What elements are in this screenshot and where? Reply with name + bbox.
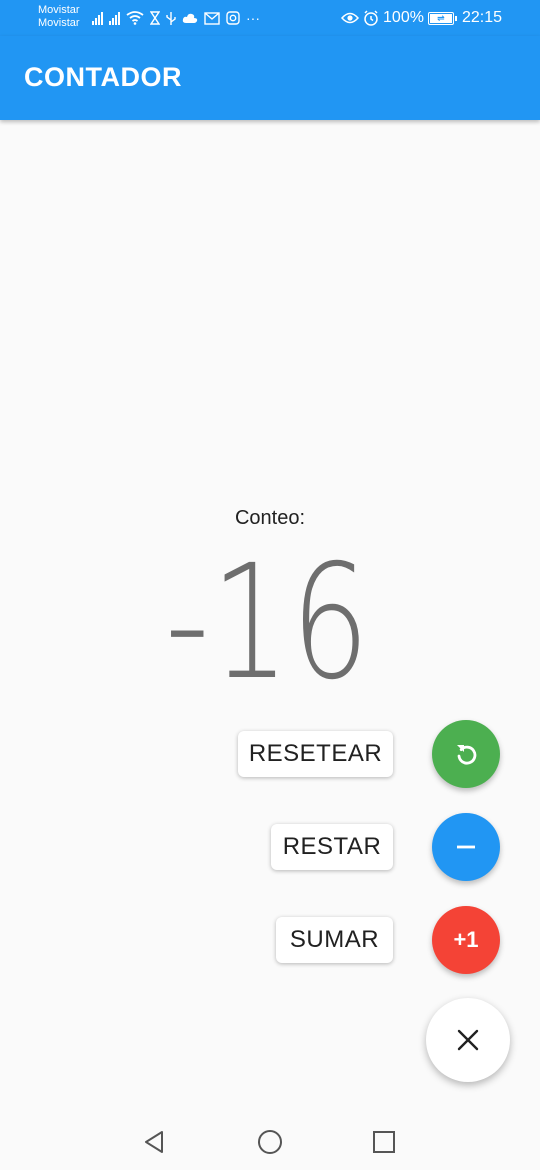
hourglass-icon (150, 11, 160, 25)
page-title: CONTADOR (24, 62, 182, 92)
add-label-button[interactable]: SUMAR (276, 917, 393, 963)
minus-icon (457, 845, 475, 849)
clock: 22:15 (461, 9, 502, 26)
app-bar: CONTADOR (0, 36, 540, 120)
mail-icon (204, 11, 220, 25)
more-icon: ··· (246, 10, 260, 26)
add-button[interactable]: +1 (432, 906, 500, 974)
navigation-bar (0, 1112, 540, 1170)
plus-one-icon: +1 (453, 927, 479, 952)
count-label: Conteo: (234, 507, 306, 529)
count-value: -16 (165, 531, 371, 715)
carrier-names: Movistar Movistar (38, 4, 80, 30)
close-speed-dial-button[interactable] (426, 998, 510, 1082)
subtract-label-button[interactable]: RESTAR (271, 824, 393, 870)
home-icon (258, 1130, 282, 1154)
instagram-icon (226, 11, 240, 25)
recents-button[interactable] (370, 1128, 398, 1156)
carrier-1: Movistar (38, 4, 80, 16)
status-icons-left: ··· (92, 8, 260, 28)
wifi-icon (126, 11, 144, 25)
back-button[interactable] (141, 1128, 169, 1156)
close-icon (457, 1029, 479, 1051)
recents-icon (373, 1131, 395, 1153)
battery-percent: 100% (383, 9, 424, 26)
refresh-icon (457, 745, 477, 765)
signal-icon (92, 11, 103, 25)
subtract-button[interactable] (432, 813, 500, 881)
back-icon (145, 1131, 163, 1153)
carrier-2: Movistar (38, 17, 80, 29)
status-icons-right: 100% ⇌ 22:15 (341, 8, 502, 28)
eye-icon (341, 12, 360, 24)
battery-icon: ⇌ (427, 11, 457, 25)
cloud-icon (182, 13, 198, 23)
home-button[interactable] (256, 1128, 284, 1156)
reset-button[interactable] (432, 720, 500, 788)
usb-icon (166, 11, 176, 25)
status-bar: Movistar Movistar ··· 100% ⇌ 22:15 (0, 0, 540, 36)
signal-icon (109, 11, 120, 25)
alarm-icon (364, 10, 378, 26)
reset-label-button[interactable]: RESETEAR (238, 731, 393, 777)
